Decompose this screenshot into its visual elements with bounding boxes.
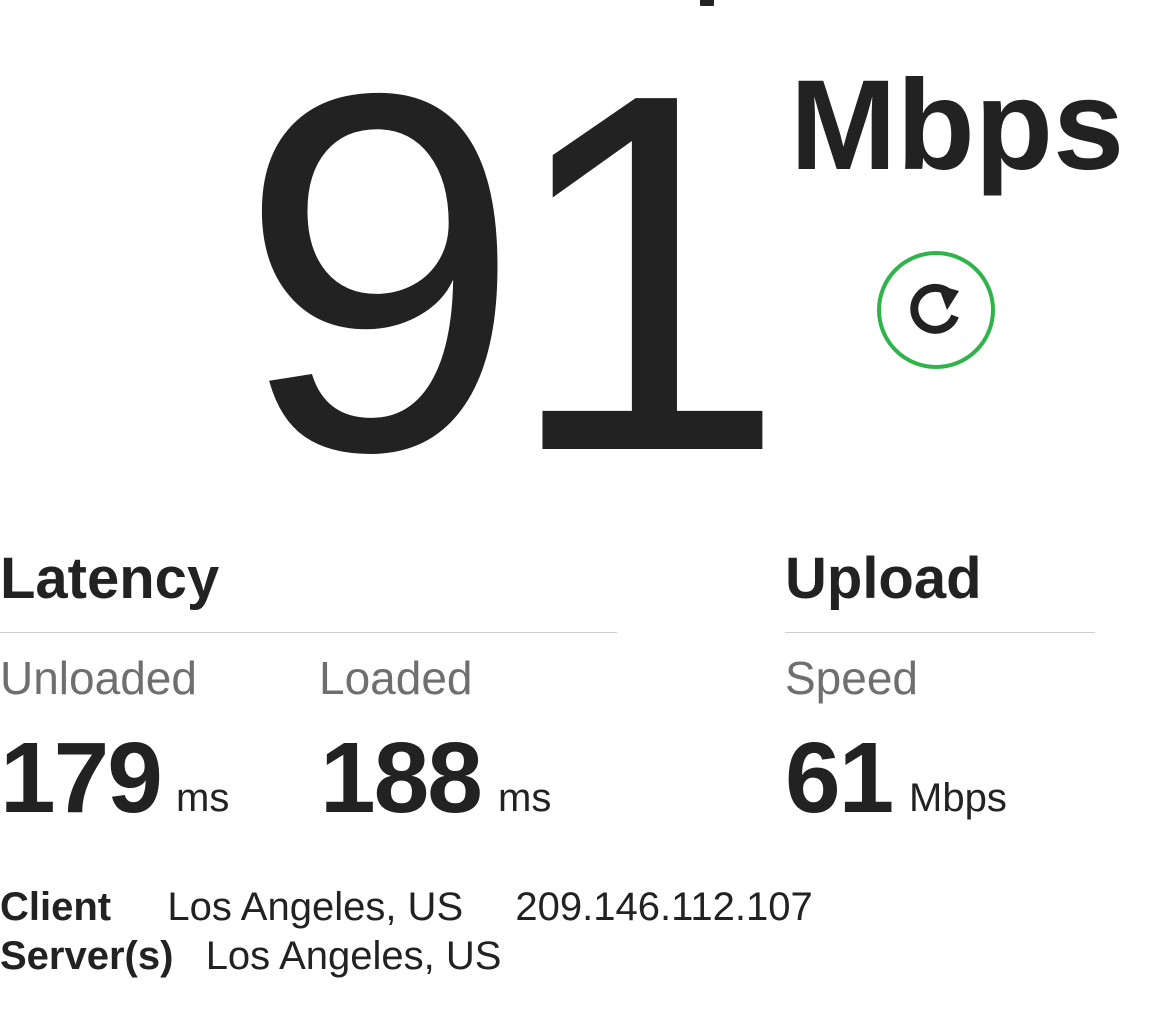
upload-speed-label: Speed (785, 652, 919, 704)
loaded-label: Loaded (319, 652, 473, 704)
loaded-unit: ms (498, 776, 552, 820)
speed-test-page: 91 Mbps Latency Unloaded 179 ms Loaded 1… (0, 0, 1165, 1022)
client-ip: 209.146.112.107 (515, 885, 813, 929)
refresh-icon (910, 283, 959, 334)
client-location: Los Angeles, US (167, 885, 464, 929)
upload-speed-value: 61 (785, 722, 894, 834)
server-location: Los Angeles, US (205, 934, 502, 978)
latency-divider (0, 632, 617, 633)
client-info-row: Client Los Angeles, US 209.146.112.107 (0, 887, 813, 927)
upload-title: Upload (785, 546, 982, 611)
unloaded-label: Unloaded (0, 652, 197, 704)
download-speed-value: 91 (238, 0, 787, 558)
unloaded-unit: ms (176, 776, 230, 820)
loaded-value: 188 (320, 722, 483, 834)
latency-title: Latency (0, 546, 220, 611)
server-label: Server(s) (0, 934, 174, 978)
retest-button[interactable] (877, 251, 995, 369)
upload-speed-unit: Mbps (909, 776, 1007, 820)
upload-divider (785, 632, 1095, 633)
unloaded-value: 179 (0, 722, 163, 834)
server-info-row: Server(s) Los Angeles, US (0, 936, 501, 976)
download-speed-unit: Mbps (790, 54, 1125, 197)
client-label: Client (0, 885, 112, 929)
